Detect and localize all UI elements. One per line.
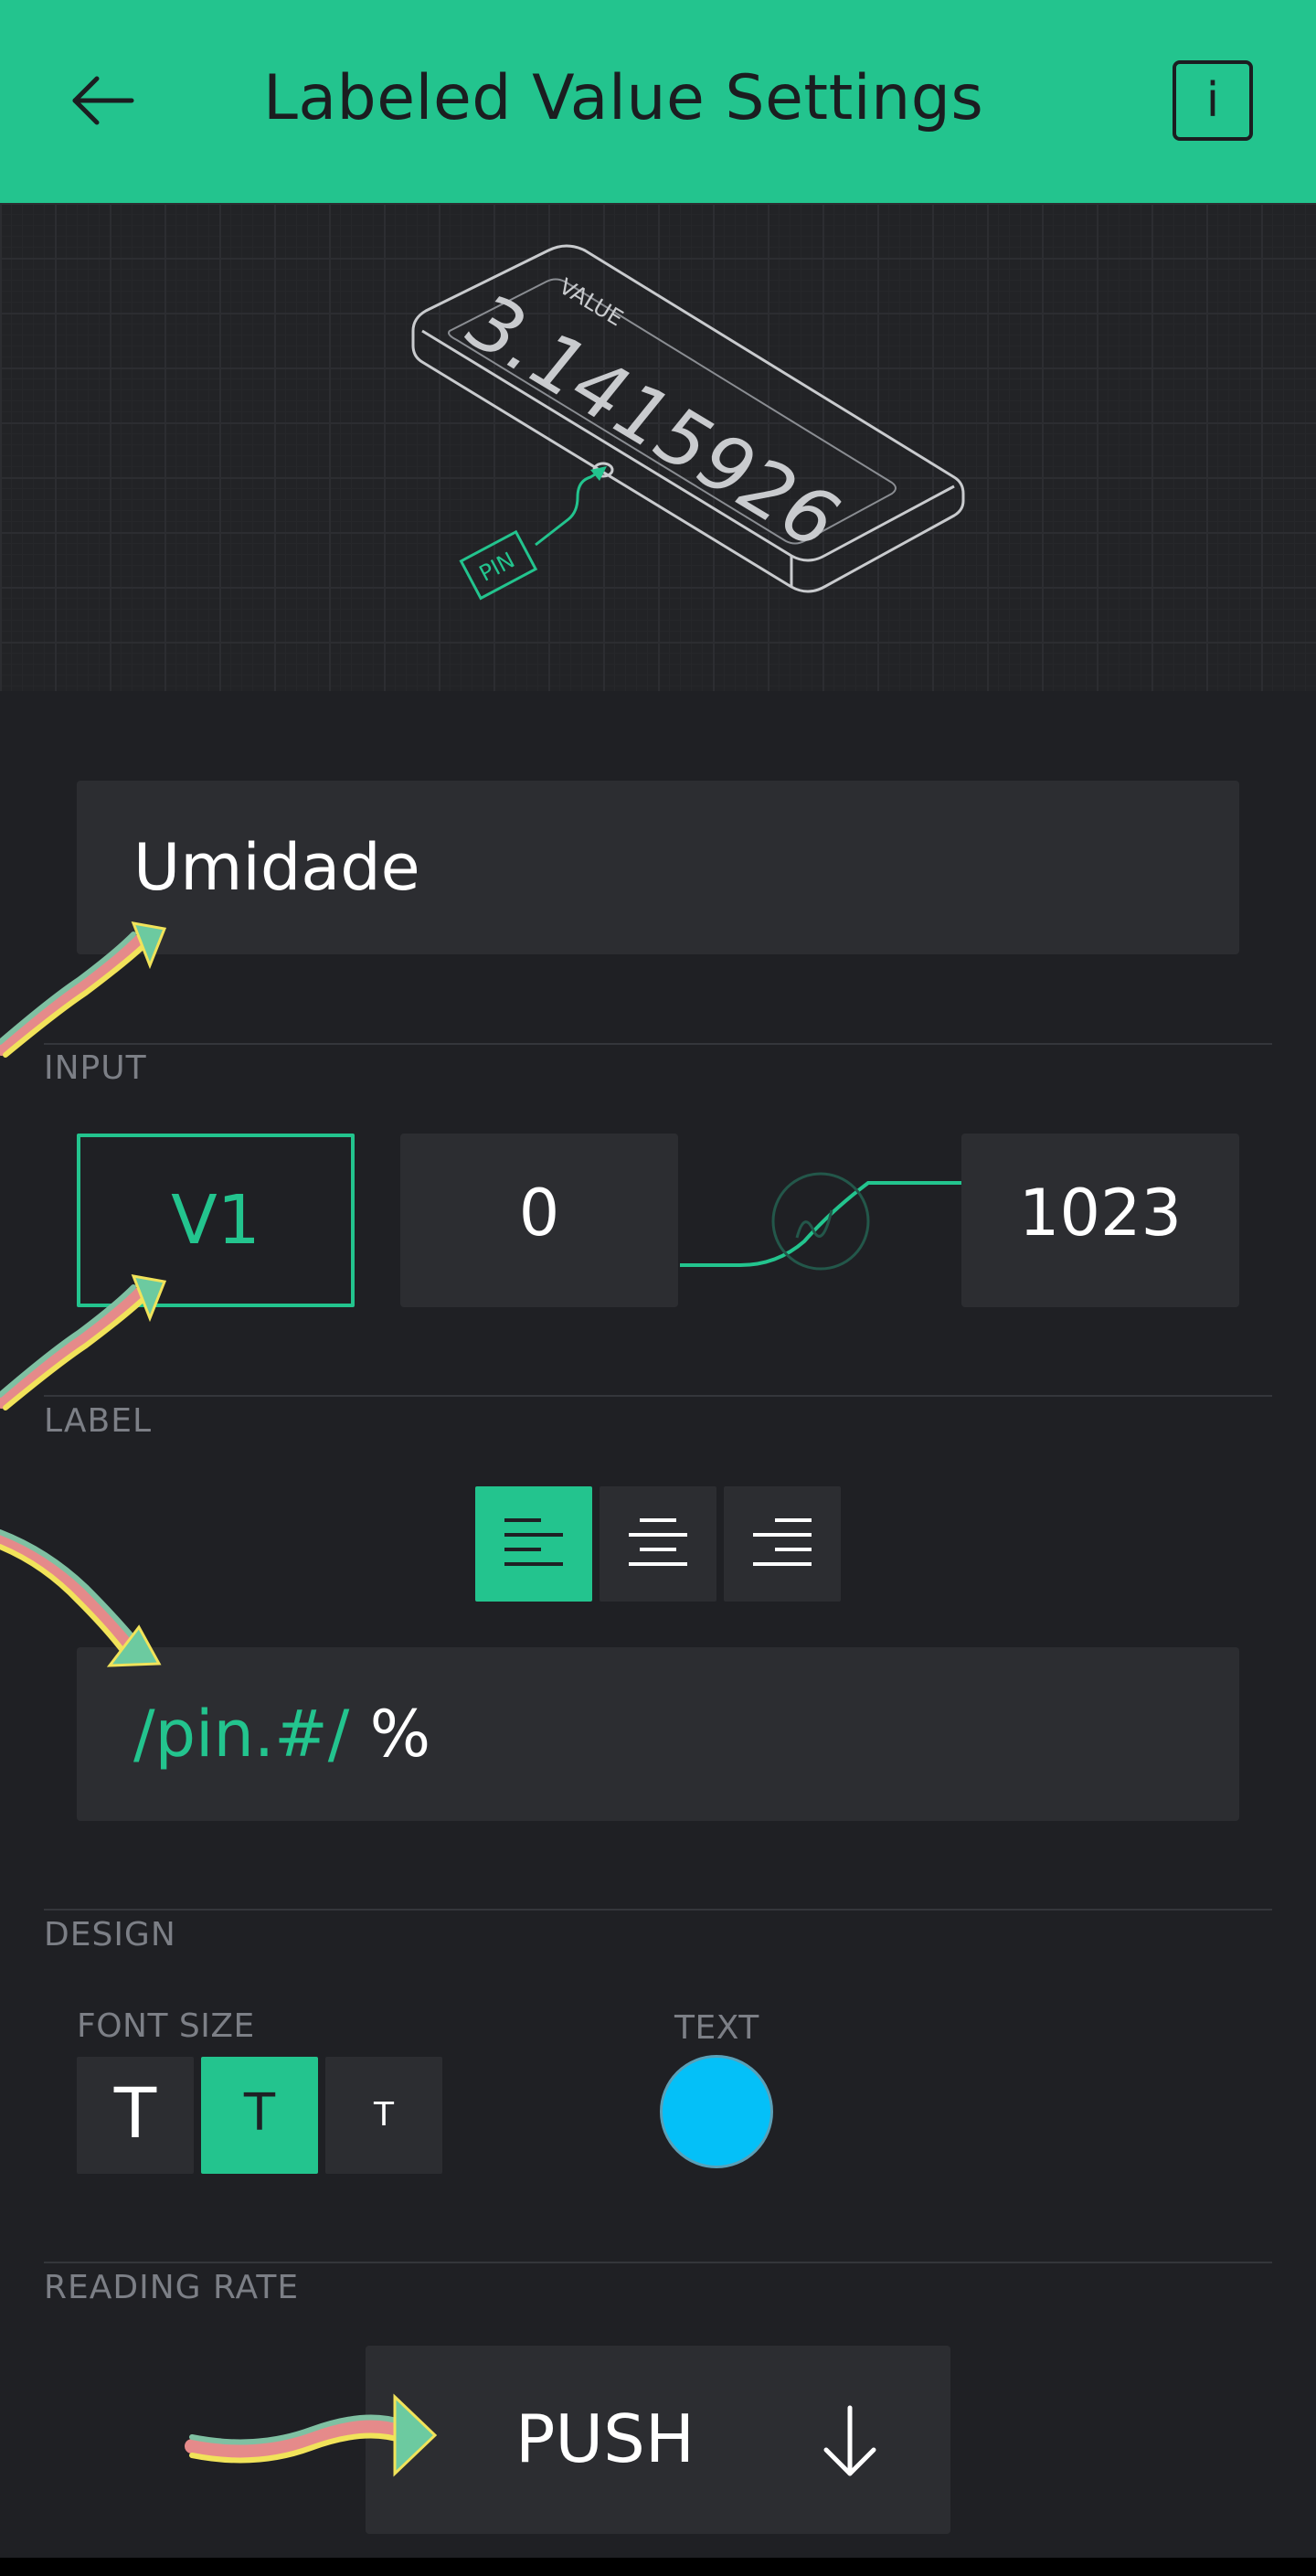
arrow-down-icon [823, 2405, 876, 2476]
align-center-icon [629, 1518, 687, 1566]
font-size-medium-button[interactable]: T [201, 2057, 318, 2174]
app-bar: Labeled Value Settings i [0, 0, 1316, 203]
widget-settings-screen: Labeled Value Settings i VALUE 3.1415926 [0, 0, 1316, 2558]
align-right-button[interactable] [724, 1486, 841, 1602]
section-label-label: LABEL [44, 1402, 153, 1440]
align-left-button[interactable] [475, 1486, 592, 1602]
divider [44, 1909, 1272, 1911]
divider [44, 1395, 1272, 1397]
preview-value-number: 3.1415926 [447, 280, 859, 563]
info-button[interactable]: i [1173, 60, 1253, 141]
section-label-input: INPUT [44, 1049, 147, 1087]
divider [44, 2262, 1272, 2263]
label-format-value: /pin.#/ % [133, 1697, 430, 1772]
label-suffix: % [369, 1697, 431, 1772]
text-color-label: TEXT [674, 2009, 759, 2047]
page-title: Labeled Value Settings [263, 62, 984, 134]
range-mapping-icon [680, 1172, 969, 1271]
font-size-large-button[interactable]: T [77, 2057, 194, 2174]
section-label-reading-rate: READING RATE [44, 2269, 300, 2306]
reading-rate-value: PUSH [515, 2400, 695, 2477]
labeled-value-illustration: VALUE 3.1415926 PIN [411, 244, 965, 601]
annotation-arrow-icon [0, 1529, 136, 1655]
divider [44, 1043, 1272, 1045]
arrow-left-icon [72, 76, 134, 125]
reading-rate-dropdown[interactable]: PUSH [366, 2346, 950, 2534]
range-max-input[interactable]: 1023 [961, 1134, 1239, 1307]
align-right-icon [753, 1518, 812, 1566]
widget-name-input[interactable]: Umidade [77, 781, 1239, 954]
align-center-button[interactable] [600, 1486, 716, 1602]
text-color-picker[interactable] [660, 2055, 773, 2168]
align-left-icon [504, 1518, 563, 1566]
range-min-input[interactable]: 0 [400, 1134, 678, 1307]
label-pin-token: /pin.#/ [133, 1697, 350, 1772]
font-size-small-button[interactable]: T [325, 2057, 442, 2174]
pin-selector[interactable]: V1 [77, 1134, 355, 1307]
font-size-label: FONT SIZE [77, 2007, 255, 2045]
widget-preview: VALUE 3.1415926 PIN [0, 203, 1316, 691]
widget-name-value: Umidade [133, 830, 420, 905]
section-label-design: DESIGN [44, 1916, 176, 1953]
back-button[interactable] [55, 55, 146, 146]
label-format-input[interactable]: /pin.#/ % [77, 1647, 1239, 1821]
